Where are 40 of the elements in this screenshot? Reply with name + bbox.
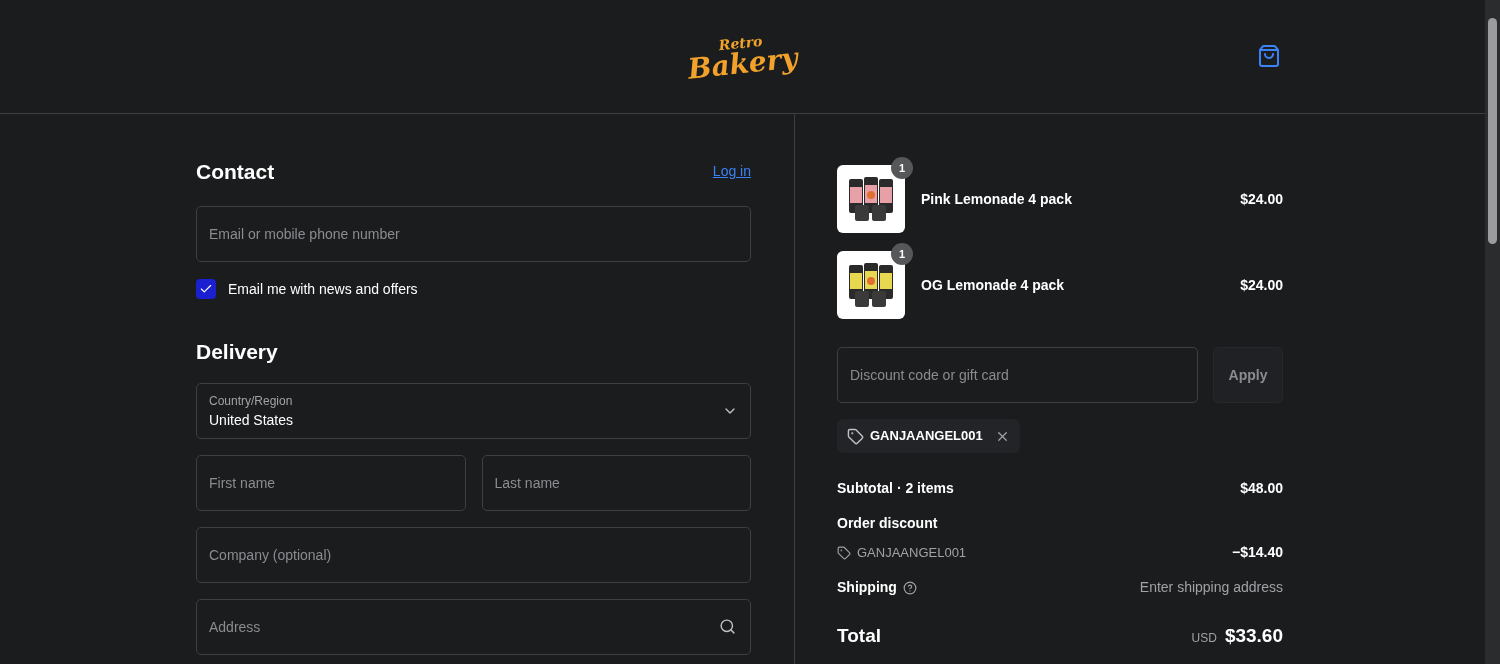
checkbox-label: Email me with news and offers bbox=[228, 279, 418, 299]
summary-value: $48.00 bbox=[1240, 479, 1283, 498]
field-label: Country/Region bbox=[209, 392, 294, 410]
summary-label: Order discount bbox=[837, 514, 939, 533]
text-field[interactable]: Company (optional) bbox=[196, 527, 751, 583]
total-value: $33.60 bbox=[1224, 624, 1283, 648]
quantity-badge: 1 bbox=[891, 157, 913, 179]
quantity-badge: 1 bbox=[891, 243, 913, 265]
summary-value: Enter shipping address bbox=[1139, 578, 1283, 597]
summary-label: Subtotal · 2 items bbox=[837, 479, 954, 498]
apply-button[interactable]: Apply bbox=[1213, 347, 1283, 403]
product-name: OG Lemonade 4 pack bbox=[921, 275, 1066, 295]
product-price: $24.00 bbox=[1240, 275, 1283, 295]
text-field[interactable]: Last name bbox=[481, 455, 751, 511]
tag-icon bbox=[847, 427, 864, 445]
discount-code: GANJAANGEL001 bbox=[870, 427, 983, 446]
scrollbar[interactable] bbox=[1485, 0, 1500, 664]
discount-code: GANJAANGEL001 bbox=[857, 543, 967, 562]
search-icon bbox=[719, 618, 736, 635]
tag-icon bbox=[837, 545, 851, 560]
check-icon bbox=[199, 282, 213, 296]
product-price: $24.00 bbox=[1240, 189, 1283, 209]
text-field[interactable]: Address bbox=[196, 599, 751, 655]
help-icon[interactable] bbox=[902, 580, 917, 595]
logo[interactable]: Retro Bakery bbox=[685, 29, 800, 84]
product-name: Pink Lemonade 4 pack bbox=[921, 189, 1073, 209]
text-field[interactable]: Discount code or gift card bbox=[837, 347, 1198, 403]
total-label: Total bbox=[837, 624, 881, 648]
summary-label: Shipping bbox=[837, 578, 897, 597]
currency-code: USD bbox=[1191, 630, 1217, 647]
country-select[interactable]: Country/Region United States bbox=[196, 383, 751, 439]
shopping-bag-icon[interactable] bbox=[1257, 44, 1281, 68]
login-link[interactable]: Log in bbox=[712, 161, 751, 183]
text-field[interactable]: Email or mobile phone number bbox=[196, 205, 751, 262]
section-title: Delivery bbox=[196, 338, 279, 365]
section-title: Contact bbox=[196, 159, 275, 185]
text-field[interactable]: First name bbox=[196, 455, 466, 511]
summary-value: −$14.40 bbox=[1232, 543, 1283, 562]
field-value: United States bbox=[209, 410, 295, 430]
checkbox[interactable] bbox=[196, 279, 216, 299]
